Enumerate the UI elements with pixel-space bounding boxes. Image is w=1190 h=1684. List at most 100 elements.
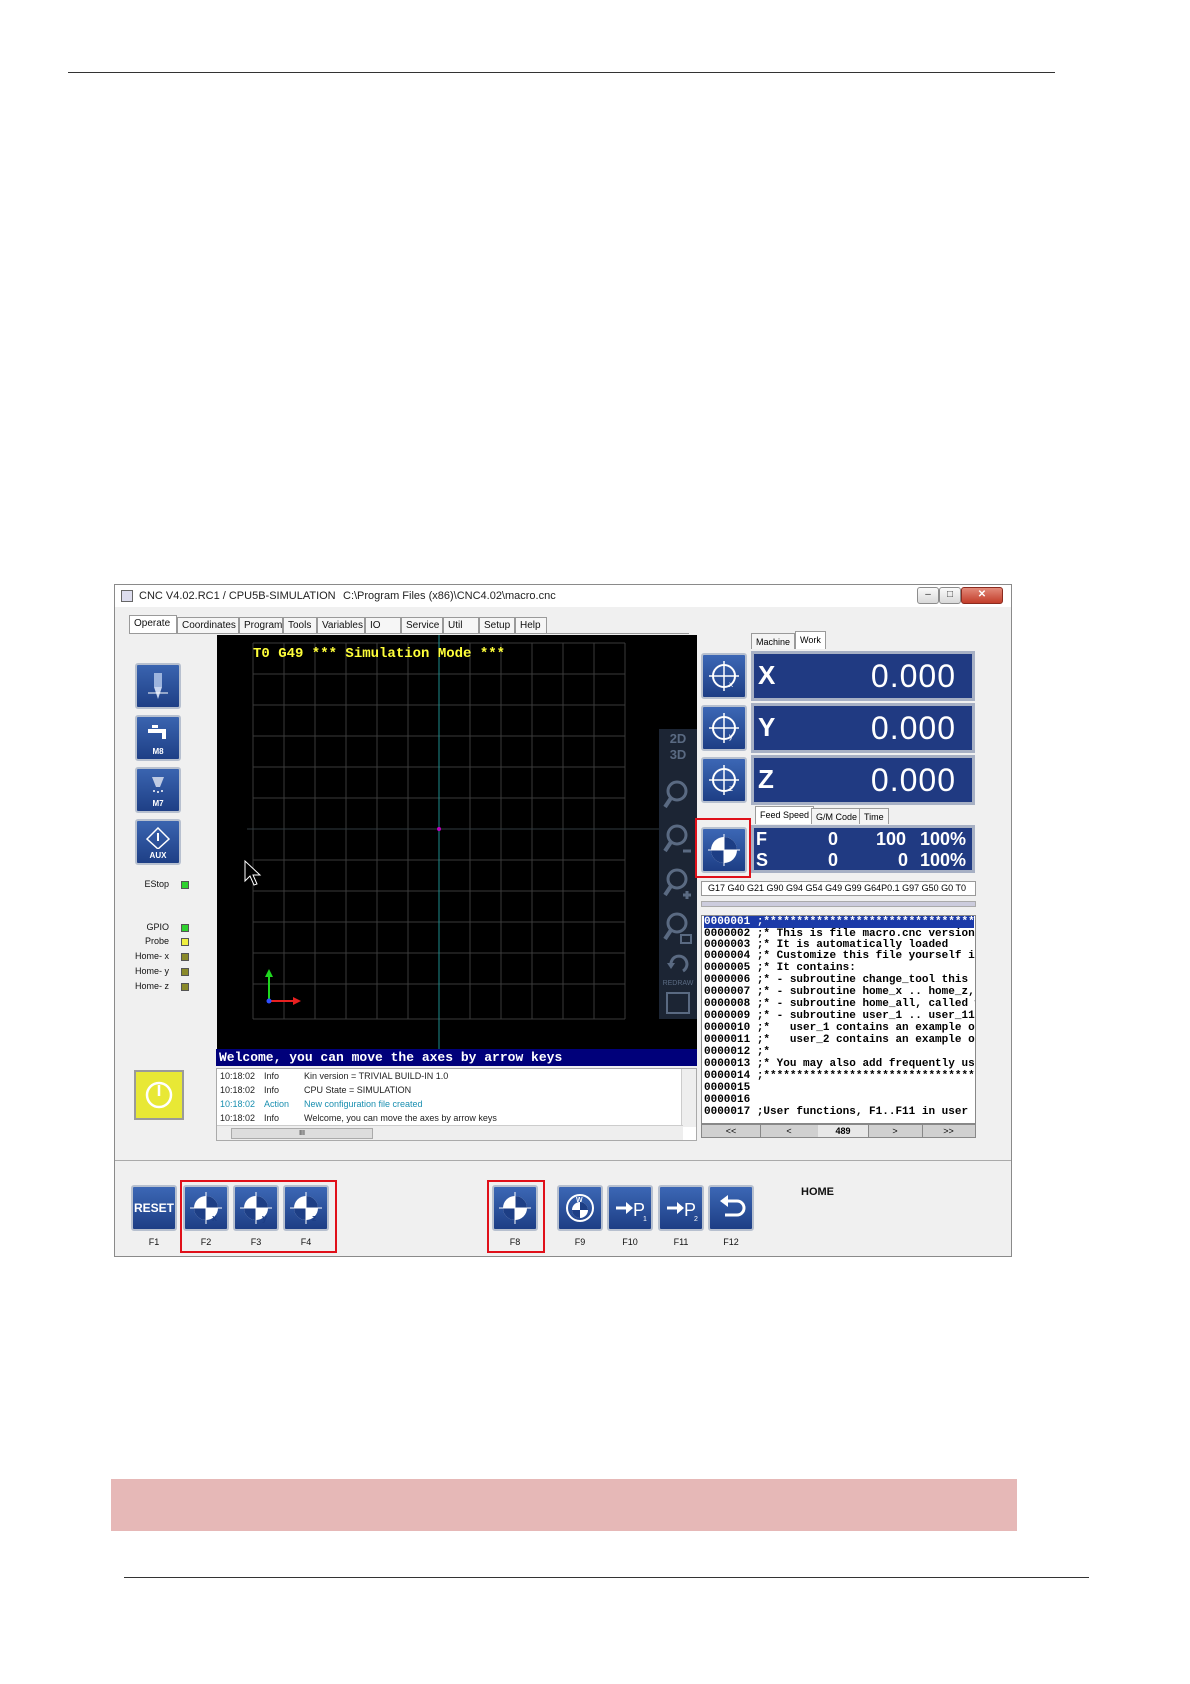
- tab-machine[interactable]: Machine: [751, 633, 796, 649]
- aux-button[interactable]: AUX: [135, 819, 181, 865]
- highlight-home-axes: [180, 1180, 337, 1253]
- feed-row: F 0 100 100%: [756, 829, 972, 851]
- status-label-estop: EStop: [144, 879, 169, 889]
- status-label-gpio: GPIO: [146, 922, 169, 932]
- feed-override: 100%: [920, 829, 967, 849]
- program-line[interactable]: 0000015: [704, 1082, 757, 1094]
- goto-p1-icon: P1: [616, 1200, 647, 1223]
- tab-operate[interactable]: Operate: [129, 615, 177, 634]
- home-y-button[interactable]: y: [701, 705, 747, 751]
- tab-io[interactable]: IO: [365, 617, 401, 633]
- program-line[interactable]: 0000012 ;*: [704, 1046, 770, 1058]
- highlight-home-all: [695, 818, 751, 878]
- spindle-button[interactable]: [135, 663, 181, 709]
- home-y-led: [181, 968, 189, 976]
- program-line[interactable]: 0000001 ;*******************************…: [704, 916, 975, 928]
- f12-label: F12: [723, 1237, 739, 1247]
- goto-p2-button[interactable]: P2: [658, 1185, 704, 1231]
- svg-text:1: 1: [643, 1216, 647, 1223]
- close-button[interactable]: ✕: [961, 587, 1003, 604]
- program-line[interactable]: 0000013 ;* You may also add frequently u…: [704, 1058, 975, 1070]
- tab-setup[interactable]: Setup: [479, 617, 515, 633]
- aux-icon: [146, 827, 170, 849]
- coolant-m8-button[interactable]: M8: [135, 715, 181, 761]
- program-line[interactable]: 0000004 ;* Customize this file yourself …: [704, 950, 975, 962]
- nav-first-button[interactable]: <<: [702, 1125, 761, 1137]
- tab-program[interactable]: Program: [239, 617, 283, 633]
- dro-y-value: 0.000: [870, 710, 956, 746]
- status-label-home-y: Home- y: [134, 966, 169, 976]
- tab-service[interactable]: Service: [401, 617, 443, 633]
- work-zero-icon: W: [566, 1194, 594, 1222]
- gpio-led: [181, 924, 189, 932]
- aux-label: AUX: [149, 851, 167, 860]
- estop-led: [181, 881, 189, 889]
- tab-variables[interactable]: Variables: [317, 617, 365, 633]
- program-line[interactable]: 0000016: [704, 1094, 757, 1106]
- mist-m7-button[interactable]: M7: [135, 767, 181, 813]
- f11-label: F11: [673, 1237, 689, 1247]
- program-line[interactable]: 0000010 ;* user_1 contains an example of: [704, 1022, 975, 1034]
- tab-help[interactable]: Help: [515, 617, 547, 633]
- log-vertical-scrollbar[interactable]: [681, 1069, 696, 1127]
- back-button[interactable]: [708, 1185, 754, 1231]
- program-listing[interactable]: 0000001 ;*******************************…: [701, 915, 976, 1124]
- home-x-button[interactable]: x: [701, 653, 747, 699]
- goto-p1-button[interactable]: P1: [607, 1185, 653, 1231]
- tab-time[interactable]: Time: [859, 808, 889, 824]
- program-line[interactable]: 0000011 ;* user_2 contains an example of: [704, 1034, 975, 1046]
- log-horizontal-scrollbar[interactable]: III: [217, 1125, 683, 1140]
- program-line[interactable]: 0000005 ;* It contains:: [704, 962, 856, 974]
- reset-button[interactable]: RESET: [131, 1185, 177, 1231]
- nav-next-button[interactable]: >: [868, 1125, 923, 1137]
- goto-p2-icon: P2: [667, 1200, 698, 1223]
- program-line[interactable]: 0000014 ;*******************************…: [704, 1070, 975, 1082]
- status-label-home-x: Home- x: [134, 951, 169, 961]
- panel-splitter[interactable]: [701, 901, 976, 907]
- tab-util[interactable]: Util: [443, 617, 479, 633]
- maximize-button[interactable]: □: [939, 587, 961, 604]
- simulation-grid: [244, 635, 659, 1051]
- svg-text:x: x: [729, 680, 733, 689]
- goto-work-zero-button[interactable]: W: [557, 1185, 603, 1231]
- nav-prev-button[interactable]: <: [760, 1125, 819, 1137]
- fullscreen-icon[interactable]: [659, 989, 697, 1033]
- message-log[interactable]: 10:18:02 Info Kin version = TRIVIAL BUILD-…: [216, 1068, 697, 1141]
- tab-tools[interactable]: Tools: [283, 617, 317, 633]
- home-z-button[interactable]: z: [701, 757, 747, 803]
- tab-coordinates[interactable]: Coordinates: [177, 617, 239, 633]
- zoom-in-icon[interactable]: [659, 863, 697, 907]
- active-gcodes: G17 G40 G21 G90 G94 G54 G49 G99 G64P0.1 …: [701, 881, 976, 896]
- program-line[interactable]: 0000007 ;* - subroutine home_x .. home_z…: [704, 986, 975, 998]
- tab-work[interactable]: Work: [795, 631, 826, 649]
- svg-text:2: 2: [694, 1216, 698, 1223]
- view-2d3d-button[interactable]: 2D 3D: [659, 731, 697, 775]
- log-scroll-thumb[interactable]: III: [231, 1128, 373, 1139]
- status-label-home-z: Home- z: [134, 981, 169, 991]
- program-line[interactable]: 0000009 ;* - subroutine user_1 .. user_1…: [704, 1010, 975, 1022]
- program-navigation: << < 489 > >>: [701, 1124, 976, 1138]
- nav-line-number[interactable]: 489: [818, 1125, 869, 1137]
- zoom-fit-icon[interactable]: [659, 775, 697, 819]
- program-line[interactable]: 0000006 ;* - subroutine change_tool this: [704, 974, 968, 986]
- app-icon: [121, 590, 133, 602]
- program-line[interactable]: 0000017 ;User functions, F1..F11 in user…: [704, 1106, 975, 1118]
- highlight-home-all-f8: [487, 1180, 545, 1253]
- minimize-button[interactable]: –: [917, 587, 939, 604]
- zoom-out-icon[interactable]: [659, 819, 697, 863]
- dro-z-value: 0.000: [870, 762, 956, 798]
- page-top-rule: [68, 72, 1055, 73]
- dro-z: Z 0.000: [751, 755, 975, 805]
- speed-actual: 0: [828, 850, 839, 870]
- simulation-view[interactable]: T0 G49 *** Simulation Mode *** 2D 3D REDR…: [217, 635, 697, 1051]
- zoom-window-icon[interactable]: [659, 907, 697, 951]
- dro-x-value: 0.000: [870, 658, 956, 694]
- nav-last-button[interactable]: >>: [922, 1125, 975, 1137]
- m8-label: M8: [152, 747, 164, 756]
- svg-text:z: z: [729, 784, 733, 793]
- power-button[interactable]: [134, 1070, 184, 1120]
- svg-text:W: W: [576, 1197, 583, 1204]
- tab-gm-code[interactable]: G/M Code: [811, 808, 863, 824]
- program-line[interactable]: 0000008 ;* - subroutine home_all, called…: [704, 998, 975, 1010]
- tab-feed-speed[interactable]: Feed Speed: [755, 806, 815, 824]
